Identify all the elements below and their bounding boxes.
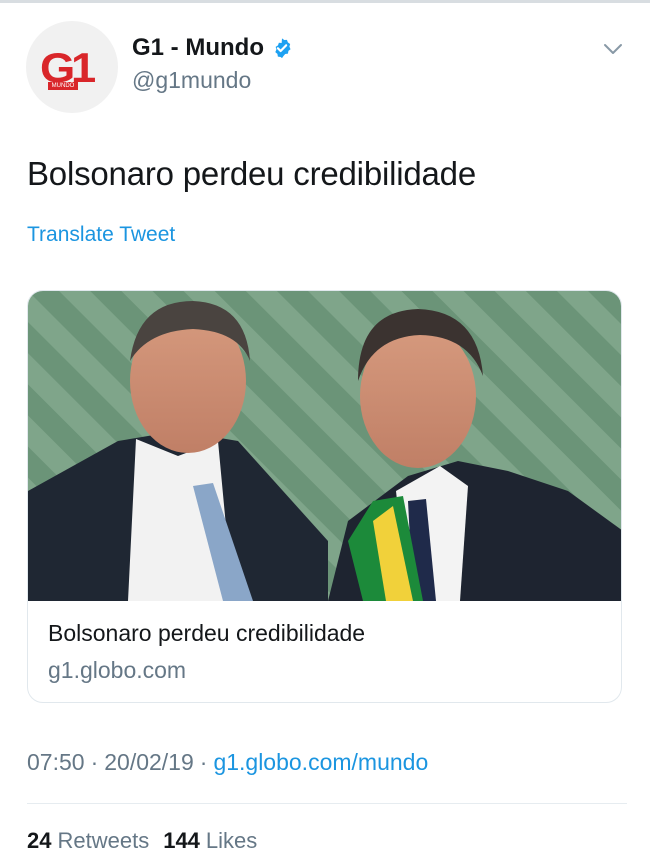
author-handle[interactable]: @g1mundo — [132, 67, 251, 94]
retweets-count[interactable]: 24 — [27, 828, 51, 854]
meta-separator: · — [199, 749, 208, 775]
meta-separator: · — [90, 749, 99, 775]
tweet-time: 07:50 — [27, 749, 85, 775]
likes-label[interactable]: Likes — [206, 828, 257, 854]
author-name-row[interactable]: G1 - Mundo — [132, 34, 293, 62]
tweet-text: Bolsonaro perdeu credibilidade — [27, 155, 476, 192]
divider — [27, 803, 627, 804]
link-card[interactable]: Bolsonaro perdeu credibilidade g1.globo.… — [27, 290, 622, 703]
retweets-label[interactable]: Retweets — [57, 828, 149, 854]
card-title[interactable]: Bolsonaro perdeu credibilidade — [48, 620, 365, 647]
translate-tweet-link[interactable]: Translate Tweet — [27, 223, 175, 247]
g1-logo-subtext: MUNDO — [48, 82, 78, 90]
source-link[interactable]: g1.globo.com/mundo — [213, 749, 428, 776]
verified-badge-icon — [275, 38, 291, 59]
likes-count[interactable]: 144 — [163, 828, 200, 854]
tweet-meta: 07:50 · 20/02/19 · g1.globo.com/mundo — [27, 749, 428, 776]
card-domain: g1.globo.com — [48, 657, 187, 683]
avatar[interactable]: G1 MUNDO — [26, 21, 118, 113]
top-border — [0, 0, 650, 3]
display-name[interactable]: G1 - Mundo — [132, 34, 264, 62]
tweet-date: 20/02/19 — [104, 749, 194, 775]
chevron-down-icon[interactable] — [603, 42, 623, 56]
card-photo[interactable] — [28, 291, 622, 601]
tweet-stats: 24 Retweets 144 Likes — [27, 828, 271, 854]
